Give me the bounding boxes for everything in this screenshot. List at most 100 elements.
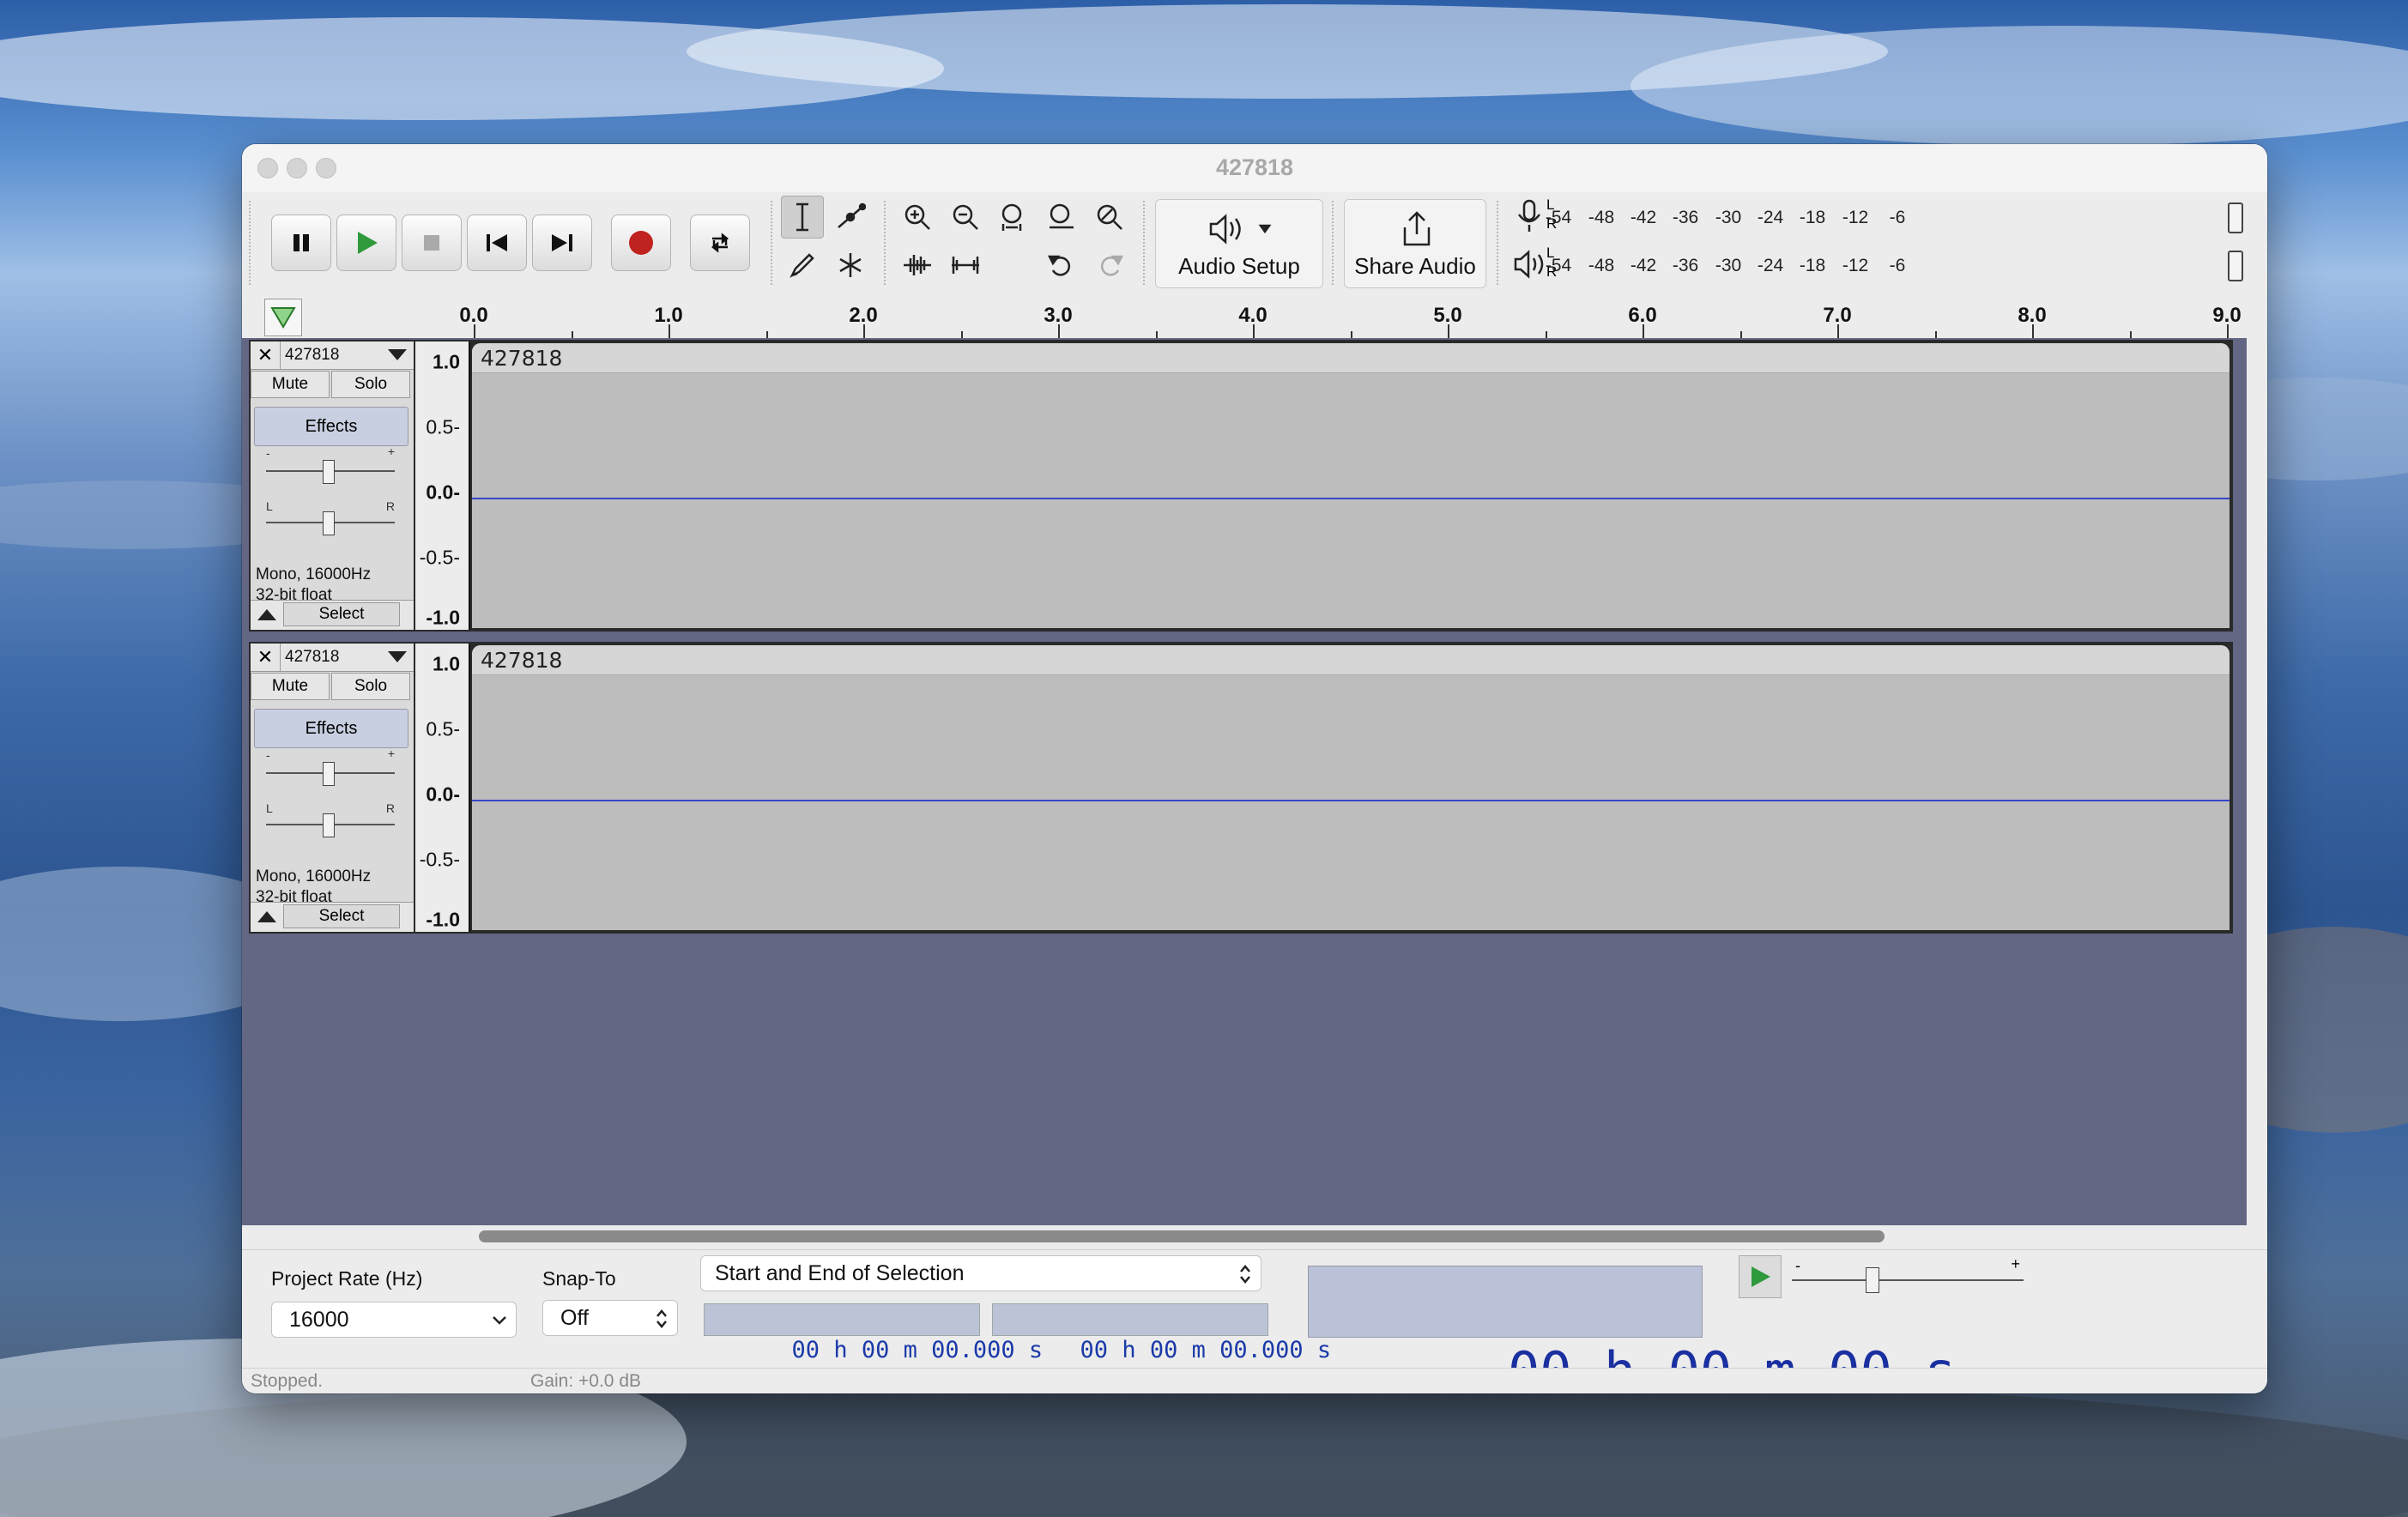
redo-icon: [1100, 255, 1124, 276]
envelope-icon: [838, 202, 866, 228]
track-control-panel: ✕ 427818 Mute Solo Effects - + L R Mono,…: [251, 341, 414, 630]
clip-title-bar[interactable]: 427818: [472, 343, 2230, 373]
amp-tick: 1.0: [433, 350, 460, 373]
audio-setup-grip[interactable]: [1143, 201, 1148, 285]
redo-button[interactable]: [1088, 244, 1131, 287]
zoom-out-icon: [953, 204, 978, 230]
track-menu-dropdown-icon[interactable]: [388, 651, 407, 662]
skip-start-icon: [487, 234, 507, 251]
amp-tick: 0.0-: [426, 480, 460, 504]
effects-button[interactable]: Effects: [254, 709, 408, 748]
play-at-speed-button[interactable]: [1739, 1255, 1782, 1298]
mute-button[interactable]: Mute: [251, 673, 330, 700]
record-meter-slider-knob[interactable]: [2228, 202, 2243, 233]
skip-to-start-button[interactable]: [467, 215, 527, 271]
ruler-minor-tick: [1545, 331, 1547, 338]
audio-position-display[interactable]: 00 h 00 m 00 s: [1308, 1266, 1957, 1393]
horizontal-scrollbar[interactable]: [242, 1225, 2247, 1249]
vertical-scrollbar[interactable]: [2247, 338, 2267, 1376]
meter-tick: -24: [1757, 256, 1784, 275]
collapse-track-icon[interactable]: [257, 911, 276, 922]
tools-grip[interactable]: [771, 201, 776, 285]
audio-track-2[interactable]: ✕ 427818 Mute Solo Effects - + L R Mono,…: [249, 642, 2233, 934]
record-button[interactable]: [611, 215, 671, 271]
fit-project-button[interactable]: [1040, 196, 1083, 239]
audio-clip[interactable]: 427818: [472, 645, 2230, 930]
multi-tool-button[interactable]: [829, 244, 872, 287]
close-track-button[interactable]: ✕: [251, 644, 281, 671]
selection-mode-select[interactable]: Start and End of Selection: [700, 1255, 1261, 1291]
skip-to-end-button[interactable]: [532, 215, 592, 271]
playback-meter[interactable]: LR -54 -48 -42 -36 -30 -24 -18 -12 -6: [1509, 244, 2243, 287]
timeline-ruler[interactable]: 0.0 1.0 2.0 3.0 4.0 5.0 6.0 7.0 8.0 9.0: [242, 293, 2267, 341]
gain-slider[interactable]: - +: [266, 444, 395, 484]
snap-to-value: Off: [560, 1306, 589, 1330]
edit-grip[interactable]: [884, 201, 889, 285]
zoom-out-button[interactable]: [944, 196, 987, 239]
snap-to-select[interactable]: Off: [542, 1300, 678, 1336]
undo-icon: [1047, 255, 1071, 276]
track-select-row: Select: [251, 600, 414, 630]
gain-slider[interactable]: - +: [266, 746, 395, 786]
playhead-button[interactable]: [264, 299, 302, 336]
project-rate-select[interactable]: 16000: [271, 1302, 517, 1338]
gain-slider-knob[interactable]: [323, 460, 335, 484]
pan-slider-knob[interactable]: [323, 511, 335, 535]
playback-meter-slider-knob[interactable]: [2228, 251, 2243, 281]
trim-audio-button[interactable]: [896, 244, 939, 287]
pan-slider[interactable]: L R: [266, 499, 395, 535]
draw-tool-button[interactable]: [781, 244, 824, 287]
toolbar-grip[interactable]: [249, 201, 254, 285]
amp-tick: 0.5-: [426, 415, 460, 438]
gain-minus-label: -: [266, 748, 270, 762]
effects-button[interactable]: Effects: [254, 407, 408, 446]
record-meter[interactable]: LR -54 -48 -42 -36 -30 -24 -18 -12 -6: [1509, 196, 2243, 239]
meter-tick: -42: [1630, 256, 1657, 275]
ruler-minor-tick: [1934, 331, 1937, 338]
audio-setup-button[interactable]: Audio Setup: [1155, 199, 1323, 288]
pause-button[interactable]: [271, 215, 331, 271]
solo-button[interactable]: Solo: [331, 673, 410, 700]
audio-track-1[interactable]: ✕ 427818 Mute Solo Effects - + L R Mono,…: [249, 340, 2233, 632]
selection-end-time[interactable]: 00 h 00 m 00.000 s: [992, 1303, 1331, 1363]
fit-selection-button[interactable]: [992, 196, 1035, 239]
zoom-selection-icon: [1001, 203, 1022, 231]
horizontal-scrollbar-thumb[interactable]: [479, 1230, 1885, 1242]
play-speed-slider[interactable]: - +: [1792, 1255, 2024, 1296]
play-speed-slider-knob[interactable]: [1866, 1267, 1879, 1293]
solo-button[interactable]: Solo: [331, 371, 410, 398]
share-audio-grip[interactable]: [1332, 201, 1337, 285]
selection-tool-button[interactable]: [781, 196, 824, 239]
zoom-in-button[interactable]: [896, 196, 939, 239]
mute-button[interactable]: Mute: [251, 371, 330, 398]
pan-right-label: R: [385, 499, 395, 513]
clip-title-bar[interactable]: 427818: [472, 645, 2230, 675]
track-menu-dropdown-icon[interactable]: [388, 349, 407, 360]
close-track-button[interactable]: ✕: [251, 341, 281, 369]
collapse-track-icon[interactable]: [257, 609, 276, 620]
select-track-button[interactable]: Select: [283, 904, 400, 928]
window-title: 427818: [1215, 154, 1294, 180]
silence-audio-button[interactable]: [944, 244, 987, 287]
undo-button[interactable]: [1040, 244, 1083, 287]
envelope-tool-button[interactable]: [829, 196, 872, 239]
stop-button[interactable]: [402, 215, 462, 271]
share-audio-button[interactable]: Share Audio: [1344, 199, 1486, 288]
meter-grip[interactable]: [1497, 201, 1502, 285]
tracks-area[interactable]: ✕ 427818 Mute Solo Effects - + L R Mono,…: [242, 338, 2247, 1376]
pause-icon: [293, 234, 309, 251]
select-track-button[interactable]: Select: [283, 602, 400, 626]
pan-slider-knob[interactable]: [323, 813, 335, 837]
selection-start-time[interactable]: 00 h 00 m 00.000 s: [704, 1303, 1043, 1363]
meter-tick: -42: [1630, 208, 1657, 227]
play-button[interactable]: [336, 215, 396, 271]
zoom-toggle-button[interactable]: [1088, 196, 1131, 239]
ruler-minor-tick: [960, 331, 963, 338]
gain-slider-knob[interactable]: [323, 762, 335, 786]
title-bar: 427818: [242, 144, 2267, 193]
selection-toolbar: Project Rate (Hz) 16000 Snap-To Off Star…: [242, 1249, 2267, 1393]
audio-clip[interactable]: 427818: [472, 343, 2230, 628]
loop-button[interactable]: [690, 215, 750, 271]
pan-slider[interactable]: L R: [266, 801, 395, 837]
audacity-window: 427818 Audio Setup Share Audio L R -54 -…: [242, 144, 2267, 1393]
